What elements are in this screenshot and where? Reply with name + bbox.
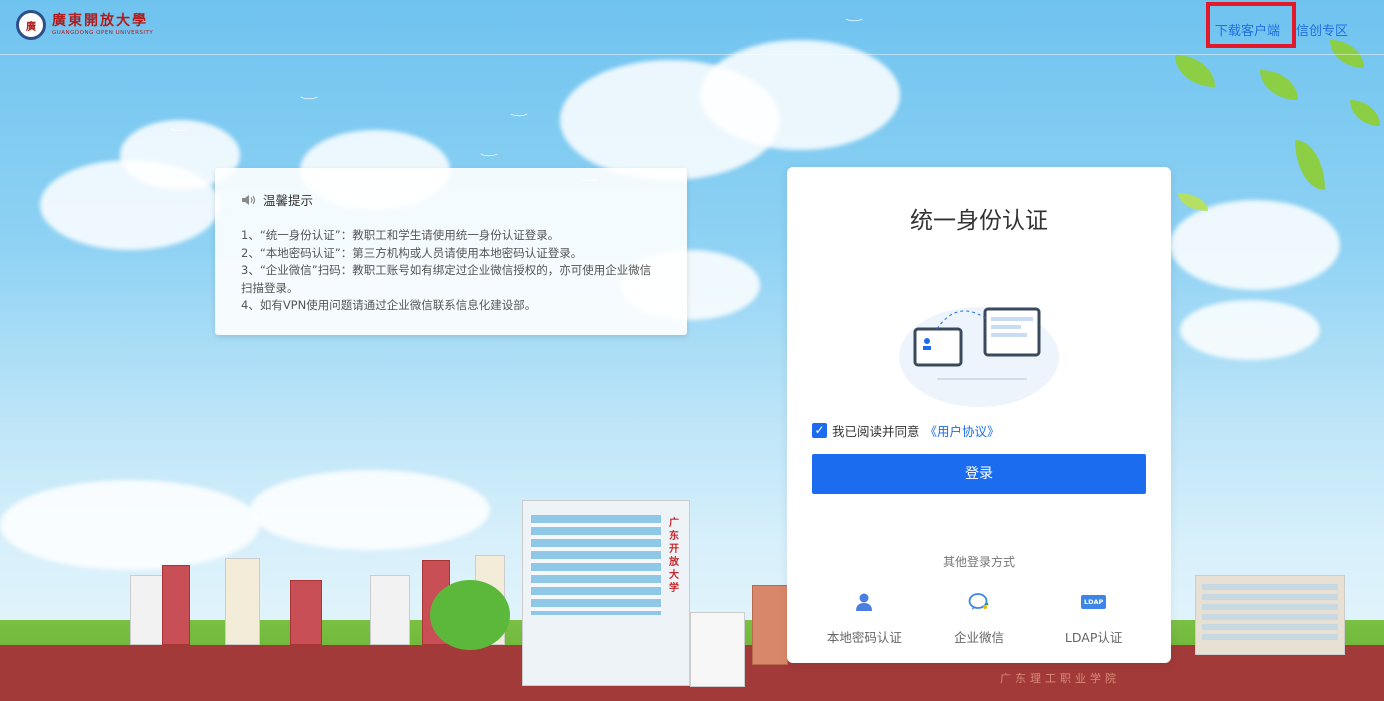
method-label: 本地密码认证 <box>826 630 902 645</box>
login-button[interactable]: 登录 <box>812 454 1146 494</box>
leaf-decoration <box>1178 193 1208 211</box>
other-login-label: 其他登录方式 <box>942 555 1015 569</box>
leaf-decoration <box>1260 70 1298 100</box>
bird-icon: ︶ <box>170 128 188 140</box>
logo-text: 廣東開放大學 GUANGDONG OPEN UNIVERSITY <box>52 14 153 37</box>
leaf-decoration <box>1295 140 1325 190</box>
cloud <box>250 470 490 550</box>
building-sign: 广东开放大学 <box>669 518 679 594</box>
cloud <box>1170 200 1340 290</box>
bird-icon: ︶ <box>300 96 318 108</box>
logo-name-cn: 廣東開放大學 <box>52 12 148 29</box>
method-label: LDAP认证 <box>1064 630 1123 645</box>
logo-name-en: GUANGDONG OPEN UNIVERSITY <box>52 29 154 36</box>
leaf-decoration <box>1350 100 1380 126</box>
building <box>225 558 260 645</box>
gate-wall <box>690 612 745 687</box>
agreement-row: ✓ 我已阅读并同意 《用户协议》 <box>812 421 1000 440</box>
login-title: 统一身份认证 <box>910 208 1048 234</box>
building <box>370 575 410 645</box>
cloud <box>0 480 260 570</box>
page-background: ︶ ︶ ︶ ︶ ︶ ︶ <box>0 0 1384 701</box>
method-label: 企业微信 <box>953 630 1004 645</box>
tips-header: 温馨提示 <box>241 190 661 209</box>
cloud <box>1180 300 1320 360</box>
window-band <box>531 515 661 615</box>
speaker-icon <box>242 194 256 205</box>
ldap-login[interactable]: LDAP LDAP认证 <box>1039 591 1149 646</box>
building <box>162 565 190 645</box>
login-card: 统一身份认证 ✓ 我已阅读并同意 《用户协议》 登录 其他登录方式 本地密码认证 <box>787 167 1171 663</box>
bird-icon: ︶ <box>480 153 498 165</box>
tips-title: 温馨提示 <box>263 193 314 208</box>
bird-icon: ︶ <box>510 113 528 125</box>
tips-line: 3、“企业微信”扫码：教职工账号如有绑定过企业微信授权的，亦可使用企业微信扫描登… <box>241 263 652 295</box>
agree-checkbox[interactable]: ✓ <box>812 423 827 438</box>
tips-list: 1、“统一身份认证”：教职工和学生请使用统一身份认证登录。 2、“本地密码认证”… <box>241 227 661 315</box>
leaf-decoration <box>1175 55 1215 87</box>
university-seal-icon: 廣 <box>16 10 46 40</box>
ldap-icon: LDAP <box>1080 591 1107 613</box>
building <box>290 580 322 645</box>
local-password-login[interactable]: 本地密码认证 <box>809 591 919 646</box>
wecom-login[interactable]: 企业微信 <box>924 591 1034 646</box>
window-band <box>1202 584 1338 644</box>
university-logo[interactable]: 廣 廣東開放大學 GUANGDONG OPEN UNIVERSITY <box>16 10 153 40</box>
top-bar: 廣 廣東開放大學 GUANGDONG OPEN UNIVERSITY 下载客户端… <box>0 0 1384 55</box>
tree <box>430 580 510 650</box>
tips-line: 2、“本地密码认证”：第三方机构或人员请使用本地密码认证登录。 <box>241 245 583 260</box>
building <box>752 585 788 665</box>
wecom-icon <box>968 591 990 613</box>
xinchuang-zone-link[interactable]: 信创专区 <box>1296 20 1348 39</box>
main-building: 广东开放大学 <box>522 500 690 686</box>
tips-card: 温馨提示 1、“统一身份认证”：教职工和学生请使用统一身份认证登录。 2、“本地… <box>215 168 687 335</box>
tips-line: 1、“统一身份认证”：教职工和学生请使用统一身份认证登录。 <box>241 228 560 242</box>
tips-line: 4、如有VPN使用问题请通过企业微信联系信息化建设部。 <box>241 298 537 312</box>
device-illustration <box>899 307 1059 407</box>
user-agreement-link[interactable]: 《用户协议》 <box>925 421 1000 440</box>
cloud <box>700 40 900 150</box>
login-methods: 本地密码认证 企业微信 LDAP LDAP认证 <box>787 591 1171 646</box>
ldap-badge: LDAP <box>1080 595 1107 609</box>
building <box>1195 575 1345 655</box>
user-icon <box>853 591 875 613</box>
highlight-box <box>1206 2 1296 48</box>
agree-text: 我已阅读并同意 <box>832 424 920 439</box>
wall-text: 广东理工职业学院 <box>1000 672 1120 685</box>
